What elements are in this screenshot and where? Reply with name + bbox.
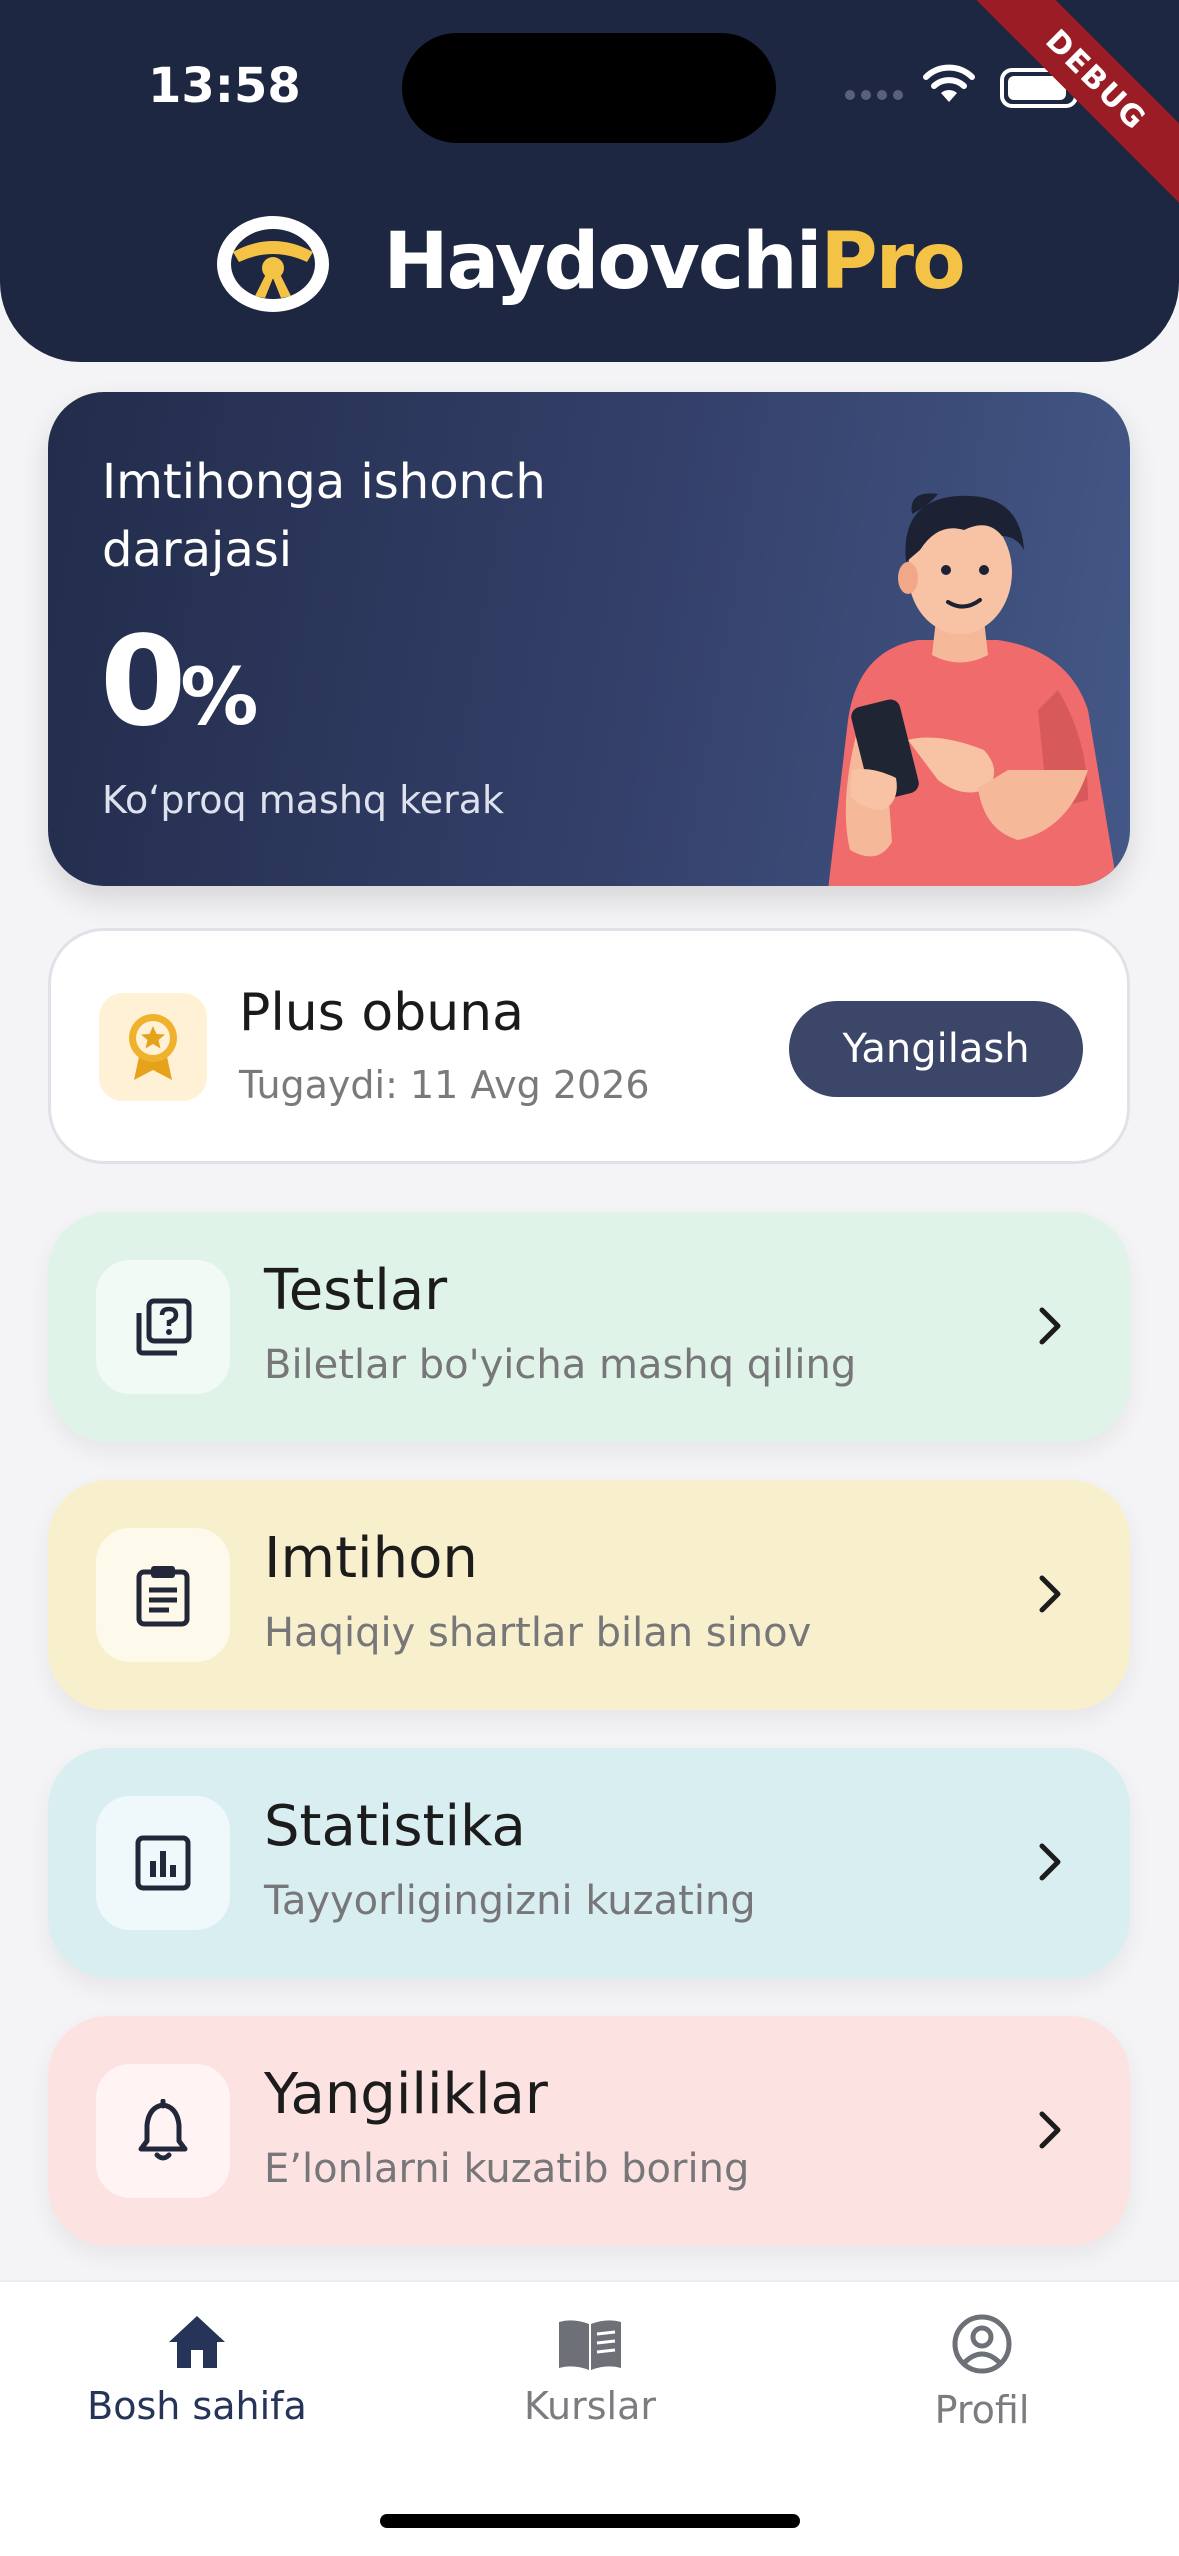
- brand-logo-row: HaydovchiPro: [0, 212, 1179, 312]
- app-title: HaydovchiPro: [383, 217, 965, 307]
- quiz-icon: [96, 1260, 230, 1394]
- renew-button[interactable]: Yangilash: [789, 1001, 1083, 1097]
- nav-label-courses: Kurslar: [524, 2384, 656, 2428]
- menu-title: Statistika: [264, 1794, 526, 1859]
- dynamic-island: [402, 33, 776, 143]
- chevron-right-icon: [1039, 1575, 1061, 1613]
- nav-item-home[interactable]: Bosh sahifa: [70, 2312, 324, 2428]
- menu-subtitle: E’lonlarni kuzatib boring: [264, 2146, 750, 2192]
- menu-subtitle: Tayyorligingizni kuzating: [264, 1878, 756, 1924]
- menu-subtitle: Haqiqiy shartlar bilan sinov: [264, 1610, 812, 1656]
- signal-icon: [845, 90, 903, 100]
- steering-wheel-icon: [217, 216, 330, 312]
- nav-item-profile[interactable]: Profil: [880, 2312, 1084, 2432]
- medal-icon: [99, 993, 207, 1101]
- subscription-card: Plus obuna Tugaydi: 11 Avg 2026 Yangilas…: [48, 928, 1130, 1164]
- home-indicator[interactable]: [380, 2514, 800, 2528]
- confidence-title: Imtihonga ishonch darajasi: [102, 454, 546, 578]
- subscription-title: Plus obuna: [239, 983, 524, 1043]
- person-illustration: [828, 493, 1118, 886]
- menu-card-tests[interactable]: Testlar Biletlar bo'yicha mashq qiling: [48, 1212, 1130, 1442]
- nav-item-courses[interactable]: Kurslar: [470, 2316, 710, 2428]
- status-time: 13:58: [148, 58, 301, 114]
- confidence-card[interactable]: Imtihonga ishonch darajasi 0% Ko‘proq ma…: [48, 392, 1130, 886]
- chevron-right-icon: [1039, 2111, 1061, 2149]
- chevron-right-icon: [1039, 1843, 1061, 1881]
- menu-title: Imtihon: [264, 1526, 478, 1591]
- nav-label-profile: Profil: [934, 2388, 1030, 2432]
- app-header: 13:58 DEBUG HaydovchiPro: [0, 0, 1179, 362]
- profile-icon: [952, 2314, 1012, 2374]
- menu-card-exam[interactable]: Imtihon Haqiqiy shartlar bilan sinov: [48, 1480, 1130, 1710]
- menu-title: Yangiliklar: [264, 2062, 548, 2127]
- menu-subtitle: Biletlar bo'yicha mashq qiling: [264, 1342, 857, 1388]
- subscription-expiry: Tugaydi: 11 Avg 2026: [239, 1063, 650, 1107]
- bar-chart-icon: [96, 1796, 230, 1930]
- nav-label-home: Bosh sahifa: [87, 2384, 307, 2428]
- menu-card-news[interactable]: Yangiliklar E’lonlarni kuzatib boring: [48, 2016, 1130, 2246]
- confidence-subtitle: Ko‘proq mashq kerak: [102, 778, 505, 822]
- home-icon: [169, 2316, 225, 2368]
- book-icon: [559, 2320, 621, 2370]
- wifi-icon: [923, 64, 975, 102]
- confidence-percent: 0%: [100, 610, 259, 754]
- chevron-right-icon: [1039, 1307, 1061, 1345]
- menu-card-statistics[interactable]: Statistika Tayyorligingizni kuzating: [48, 1748, 1130, 1978]
- clipboard-icon: [96, 1528, 230, 1662]
- bell-icon: [96, 2064, 230, 2198]
- menu-title: Testlar: [264, 1258, 448, 1323]
